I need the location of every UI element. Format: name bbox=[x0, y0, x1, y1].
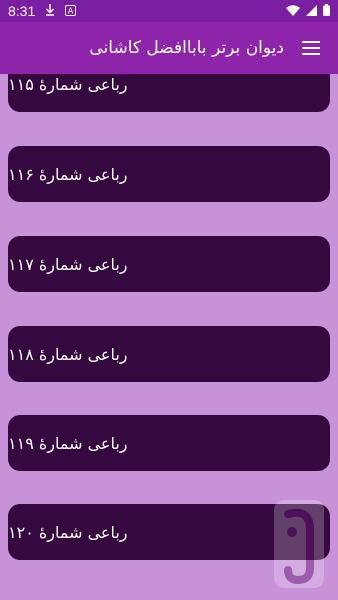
a-icon: A bbox=[65, 4, 77, 19]
hamburger-menu-icon[interactable] bbox=[302, 37, 324, 59]
list-item-label: رباعی شمارهٔ ۱۱۵ bbox=[8, 74, 128, 94]
list-item-label: رباعی شمارهٔ ۱۱۸ bbox=[8, 344, 128, 364]
status-right bbox=[286, 3, 330, 19]
list-item[interactable]: رباعی شمارهٔ ۱۱۸ bbox=[8, 326, 330, 382]
app-bar: دیوان برتر باباافضل کاشانی bbox=[0, 22, 338, 74]
list-item-label: رباعی شمارهٔ ۱۱۹ bbox=[8, 433, 128, 453]
status-bar: 8:31 A bbox=[0, 0, 338, 22]
battery-icon bbox=[323, 3, 330, 19]
status-time: 8:31 bbox=[8, 3, 36, 19]
list-item-label: رباعی شمارهٔ ۱۱۶ bbox=[8, 164, 128, 184]
list-item-label: رباعی شمارهٔ ۱۲۰ bbox=[8, 522, 128, 542]
wifi-icon bbox=[286, 4, 300, 19]
list-item[interactable]: رباعی شمارهٔ ۱۱۶ bbox=[8, 146, 330, 202]
download-icon bbox=[45, 3, 55, 19]
fast-scroll-icon[interactable] bbox=[270, 498, 328, 590]
app-title: دیوان برتر باباافضل کاشانی bbox=[89, 38, 284, 58]
svg-text:A: A bbox=[68, 6, 74, 15]
list-item[interactable]: رباعی شمارهٔ ۱۱۵ bbox=[8, 74, 330, 112]
list-item[interactable]: رباعی شمارهٔ ۱۱۹ bbox=[8, 415, 330, 471]
list-item-label: رباعی شمارهٔ ۱۱۷ bbox=[8, 254, 128, 274]
signal-icon bbox=[306, 4, 317, 19]
status-left: 8:31 A bbox=[8, 3, 77, 19]
list-item[interactable]: رباعی شمارهٔ ۱۱۷ bbox=[8, 236, 330, 292]
